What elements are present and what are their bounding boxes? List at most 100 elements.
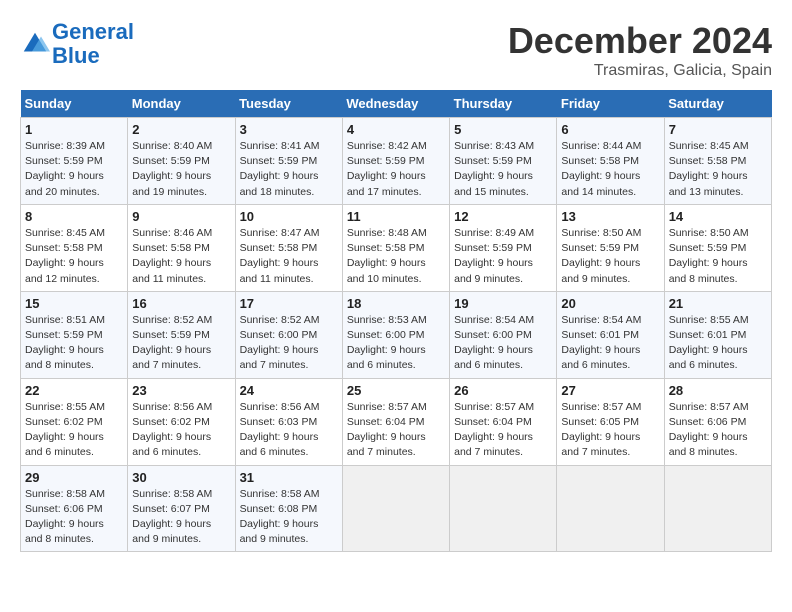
day-info: Sunrise: 8:50 AMSunset: 5:59 PMDaylight:… <box>561 227 641 285</box>
day-number: 6 <box>561 122 659 137</box>
day-info: Sunrise: 8:57 AMSunset: 6:04 PMDaylight:… <box>454 401 534 459</box>
day-info: Sunrise: 8:52 AMSunset: 6:00 PMDaylight:… <box>240 314 320 372</box>
day-info: Sunrise: 8:45 AMSunset: 5:58 PMDaylight:… <box>25 227 105 285</box>
calendar-cell: 5 Sunrise: 8:43 AMSunset: 5:59 PMDayligh… <box>450 118 557 205</box>
day-number: 25 <box>347 383 445 398</box>
calendar-header-row: Sunday Monday Tuesday Wednesday Thursday… <box>21 90 772 118</box>
day-info: Sunrise: 8:50 AMSunset: 5:59 PMDaylight:… <box>669 227 749 285</box>
calendar-cell: 22 Sunrise: 8:55 AMSunset: 6:02 PMDaylig… <box>21 378 128 465</box>
day-info: Sunrise: 8:47 AMSunset: 5:58 PMDaylight:… <box>240 227 320 285</box>
calendar-row-5: 29 Sunrise: 8:58 AMSunset: 6:06 PMDaylig… <box>21 465 772 552</box>
day-number: 24 <box>240 383 338 398</box>
day-info: Sunrise: 8:53 AMSunset: 6:00 PMDaylight:… <box>347 314 427 372</box>
day-info: Sunrise: 8:43 AMSunset: 5:59 PMDaylight:… <box>454 140 534 198</box>
calendar-cell: 8 Sunrise: 8:45 AMSunset: 5:58 PMDayligh… <box>21 204 128 291</box>
day-info: Sunrise: 8:48 AMSunset: 5:58 PMDaylight:… <box>347 227 427 285</box>
day-number: 21 <box>669 296 767 311</box>
calendar-cell: 4 Sunrise: 8:42 AMSunset: 5:59 PMDayligh… <box>342 118 449 205</box>
calendar-cell: 25 Sunrise: 8:57 AMSunset: 6:04 PMDaylig… <box>342 378 449 465</box>
logo-icon <box>20 29 50 59</box>
day-info: Sunrise: 8:57 AMSunset: 6:04 PMDaylight:… <box>347 401 427 459</box>
calendar-cell: 20 Sunrise: 8:54 AMSunset: 6:01 PMDaylig… <box>557 291 664 378</box>
day-info: Sunrise: 8:42 AMSunset: 5:59 PMDaylight:… <box>347 140 427 198</box>
day-number: 3 <box>240 122 338 137</box>
calendar-cell: 15 Sunrise: 8:51 AMSunset: 5:59 PMDaylig… <box>21 291 128 378</box>
day-info: Sunrise: 8:55 AMSunset: 6:02 PMDaylight:… <box>25 401 105 459</box>
day-number: 22 <box>25 383 123 398</box>
day-info: Sunrise: 8:52 AMSunset: 5:59 PMDaylight:… <box>132 314 212 372</box>
day-number: 17 <box>240 296 338 311</box>
day-number: 1 <box>25 122 123 137</box>
calendar-cell: 9 Sunrise: 8:46 AMSunset: 5:58 PMDayligh… <box>128 204 235 291</box>
calendar-cell: 24 Sunrise: 8:56 AMSunset: 6:03 PMDaylig… <box>235 378 342 465</box>
calendar-row-2: 8 Sunrise: 8:45 AMSunset: 5:58 PMDayligh… <box>21 204 772 291</box>
calendar-cell: 7 Sunrise: 8:45 AMSunset: 5:58 PMDayligh… <box>664 118 771 205</box>
calendar-cell: 29 Sunrise: 8:58 AMSunset: 6:06 PMDaylig… <box>21 465 128 552</box>
day-number: 30 <box>132 470 230 485</box>
day-info: Sunrise: 8:54 AMSunset: 6:00 PMDaylight:… <box>454 314 534 372</box>
col-saturday: Saturday <box>664 90 771 118</box>
title-area: December 2024 Trasmiras, Galicia, Spain <box>508 20 772 80</box>
calendar-cell <box>664 465 771 552</box>
month-title: December 2024 <box>508 20 772 62</box>
day-info: Sunrise: 8:44 AMSunset: 5:58 PMDaylight:… <box>561 140 641 198</box>
calendar-cell: 3 Sunrise: 8:41 AMSunset: 5:59 PMDayligh… <box>235 118 342 205</box>
calendar-row-3: 15 Sunrise: 8:51 AMSunset: 5:59 PMDaylig… <box>21 291 772 378</box>
day-info: Sunrise: 8:39 AMSunset: 5:59 PMDaylight:… <box>25 140 105 198</box>
calendar-cell <box>342 465 449 552</box>
calendar-cell: 28 Sunrise: 8:57 AMSunset: 6:06 PMDaylig… <box>664 378 771 465</box>
day-number: 13 <box>561 209 659 224</box>
location: Trasmiras, Galicia, Spain <box>508 62 772 80</box>
col-tuesday: Tuesday <box>235 90 342 118</box>
calendar-cell: 31 Sunrise: 8:58 AMSunset: 6:08 PMDaylig… <box>235 465 342 552</box>
calendar-cell: 19 Sunrise: 8:54 AMSunset: 6:00 PMDaylig… <box>450 291 557 378</box>
calendar-cell: 17 Sunrise: 8:52 AMSunset: 6:00 PMDaylig… <box>235 291 342 378</box>
day-number: 29 <box>25 470 123 485</box>
calendar-cell: 14 Sunrise: 8:50 AMSunset: 5:59 PMDaylig… <box>664 204 771 291</box>
day-info: Sunrise: 8:55 AMSunset: 6:01 PMDaylight:… <box>669 314 749 372</box>
day-info: Sunrise: 8:40 AMSunset: 5:59 PMDaylight:… <box>132 140 212 198</box>
col-monday: Monday <box>128 90 235 118</box>
calendar-cell: 23 Sunrise: 8:56 AMSunset: 6:02 PMDaylig… <box>128 378 235 465</box>
day-number: 7 <box>669 122 767 137</box>
calendar-cell: 30 Sunrise: 8:58 AMSunset: 6:07 PMDaylig… <box>128 465 235 552</box>
calendar-cell: 27 Sunrise: 8:57 AMSunset: 6:05 PMDaylig… <box>557 378 664 465</box>
day-number: 31 <box>240 470 338 485</box>
day-number: 12 <box>454 209 552 224</box>
calendar-row-4: 22 Sunrise: 8:55 AMSunset: 6:02 PMDaylig… <box>21 378 772 465</box>
day-info: Sunrise: 8:57 AMSunset: 6:05 PMDaylight:… <box>561 401 641 459</box>
col-friday: Friday <box>557 90 664 118</box>
day-info: Sunrise: 8:51 AMSunset: 5:59 PMDaylight:… <box>25 314 105 372</box>
day-number: 18 <box>347 296 445 311</box>
calendar-cell: 1 Sunrise: 8:39 AMSunset: 5:59 PMDayligh… <box>21 118 128 205</box>
day-number: 11 <box>347 209 445 224</box>
calendar-cell: 21 Sunrise: 8:55 AMSunset: 6:01 PMDaylig… <box>664 291 771 378</box>
day-info: Sunrise: 8:58 AMSunset: 6:06 PMDaylight:… <box>25 488 105 546</box>
calendar-cell: 2 Sunrise: 8:40 AMSunset: 5:59 PMDayligh… <box>128 118 235 205</box>
col-wednesday: Wednesday <box>342 90 449 118</box>
calendar-cell: 26 Sunrise: 8:57 AMSunset: 6:04 PMDaylig… <box>450 378 557 465</box>
day-number: 16 <box>132 296 230 311</box>
day-info: Sunrise: 8:46 AMSunset: 5:58 PMDaylight:… <box>132 227 212 285</box>
calendar-cell <box>557 465 664 552</box>
calendar-table: Sunday Monday Tuesday Wednesday Thursday… <box>20 90 772 552</box>
day-info: Sunrise: 8:58 AMSunset: 6:07 PMDaylight:… <box>132 488 212 546</box>
day-info: Sunrise: 8:45 AMSunset: 5:58 PMDaylight:… <box>669 140 749 198</box>
calendar-cell: 13 Sunrise: 8:50 AMSunset: 5:59 PMDaylig… <box>557 204 664 291</box>
calendar-cell: 16 Sunrise: 8:52 AMSunset: 5:59 PMDaylig… <box>128 291 235 378</box>
day-number: 9 <box>132 209 230 224</box>
day-info: Sunrise: 8:56 AMSunset: 6:03 PMDaylight:… <box>240 401 320 459</box>
logo: General Blue <box>20 20 134 68</box>
day-number: 14 <box>669 209 767 224</box>
day-number: 20 <box>561 296 659 311</box>
day-number: 15 <box>25 296 123 311</box>
day-number: 5 <box>454 122 552 137</box>
day-number: 23 <box>132 383 230 398</box>
calendar-cell: 6 Sunrise: 8:44 AMSunset: 5:58 PMDayligh… <box>557 118 664 205</box>
day-info: Sunrise: 8:49 AMSunset: 5:59 PMDaylight:… <box>454 227 534 285</box>
day-info: Sunrise: 8:57 AMSunset: 6:06 PMDaylight:… <box>669 401 749 459</box>
day-number: 27 <box>561 383 659 398</box>
day-number: 10 <box>240 209 338 224</box>
day-number: 26 <box>454 383 552 398</box>
day-info: Sunrise: 8:56 AMSunset: 6:02 PMDaylight:… <box>132 401 212 459</box>
